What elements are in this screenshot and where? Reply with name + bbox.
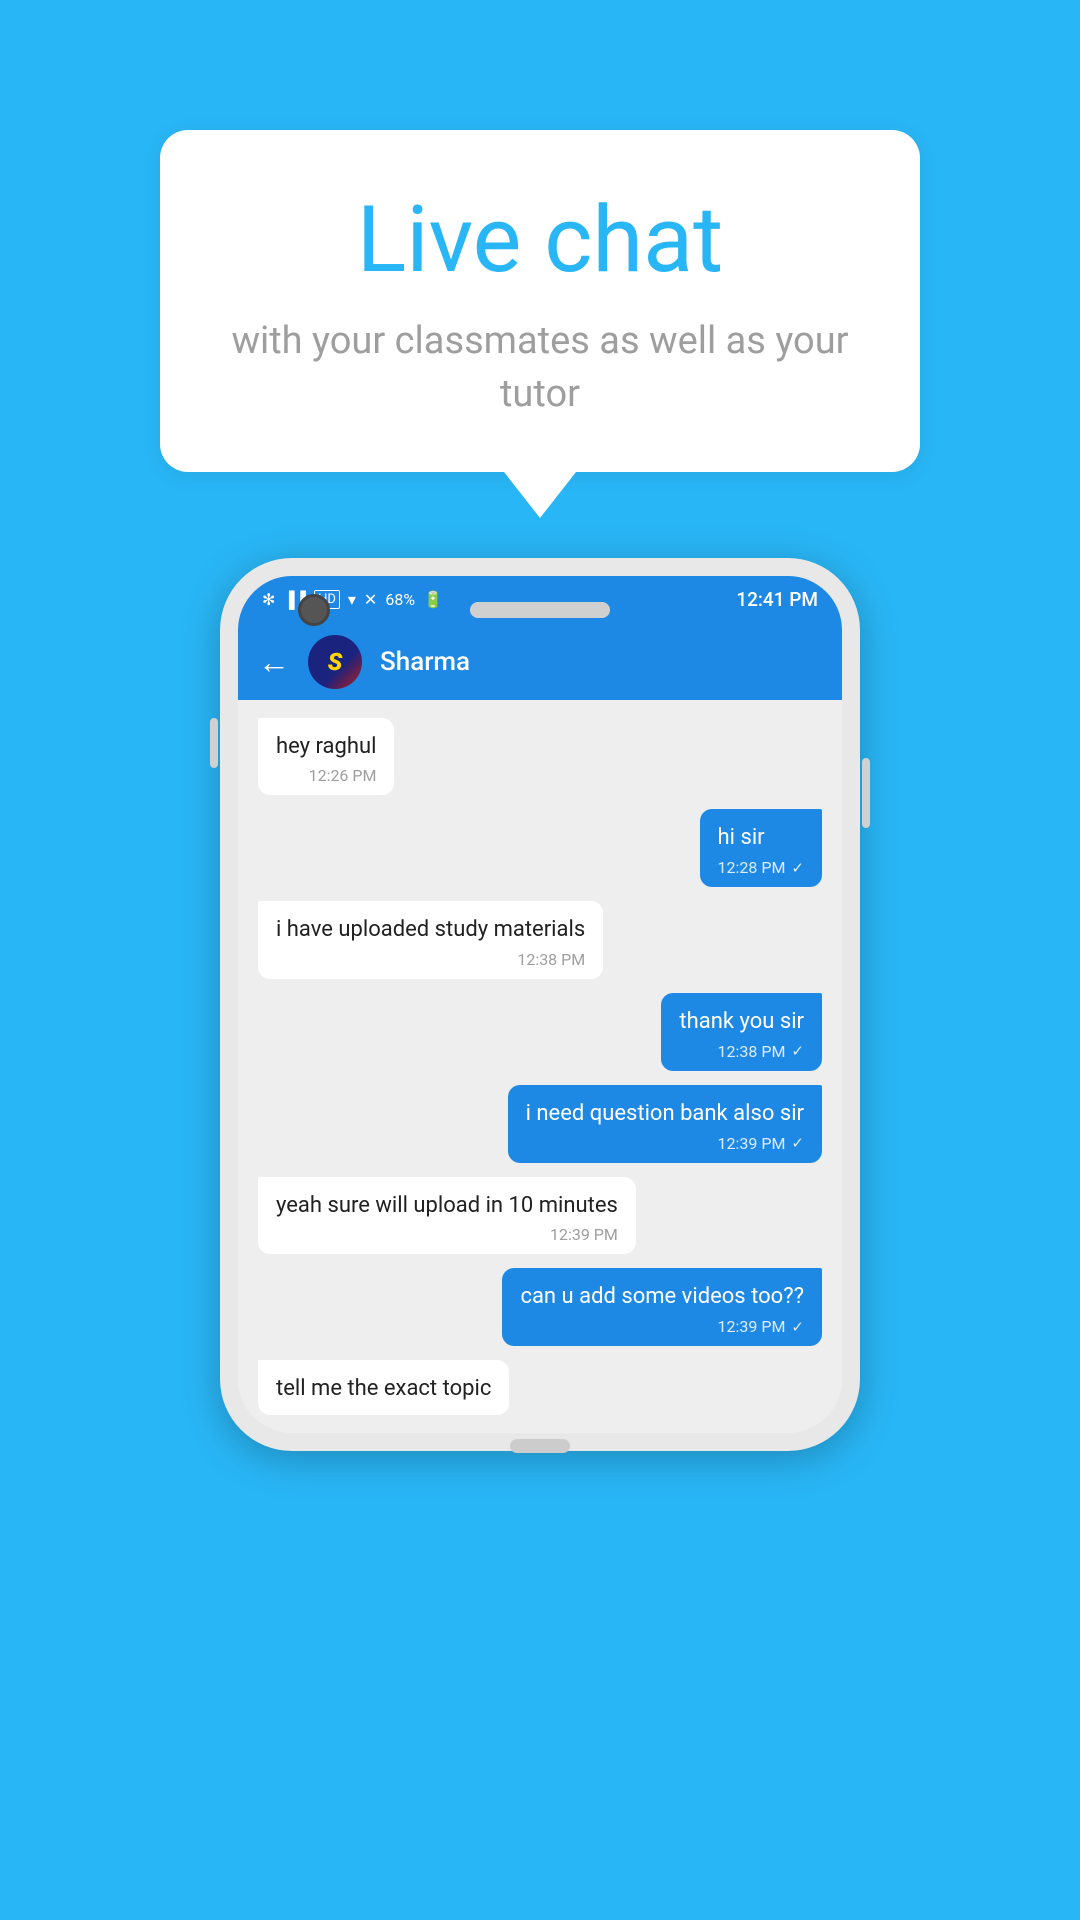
message-meta: 12:38 PM ✓ <box>679 1042 804 1061</box>
chat-header: ← S Sharma <box>238 624 842 700</box>
message-bubble: tell me the exact topic <box>258 1360 509 1415</box>
checkmark-icon: ✓ <box>791 1134 804 1152</box>
avatar-icon: S <box>328 648 343 676</box>
phone-home-button[interactable] <box>510 1439 570 1453</box>
status-time: 12:41 PM <box>736 588 818 611</box>
checkmark-icon: ✓ <box>791 859 804 877</box>
phone-power-button <box>862 758 870 828</box>
phone-camera <box>298 594 330 626</box>
promo-subtitle: with your classmates as well as your tut… <box>230 315 850 421</box>
back-arrow-icon[interactable]: ← <box>258 646 290 678</box>
avatar: S <box>308 635 362 689</box>
phone-outer: ✻ ▐▐ HD ▾ ✕ 68% 🔋 12:41 PM ← S Sharm <box>220 558 860 1451</box>
message-bubble: hi sir 12:28 PM ✓ <box>700 809 822 887</box>
message-meta: 12:39 PM <box>276 1225 618 1244</box>
promo-card: Live chat with your classmates as well a… <box>160 130 920 518</box>
chat-messages: hey raghul 12:26 PM hi sir 12:28 PM ✓ i … <box>238 700 842 1433</box>
message-bubble: yeah sure will upload in 10 minutes 12:3… <box>258 1177 636 1255</box>
checkmark-icon: ✓ <box>791 1042 804 1060</box>
battery-percent: 68% <box>385 590 415 609</box>
contact-name: Sharma <box>380 647 470 677</box>
message-text: thank you sir <box>679 1007 804 1038</box>
message-text: i need question bank also sir <box>526 1099 804 1130</box>
status-bar-left: ✻ ▐▐ HD ▾ ✕ 68% 🔋 <box>262 590 443 610</box>
message-meta: 12:28 PM ✓ <box>718 858 804 877</box>
message-meta: 12:39 PM ✓ <box>520 1317 804 1336</box>
battery-icon: 🔋 <box>423 590 443 609</box>
bluetooth-icon: ✻ <box>262 590 275 609</box>
message-time: 12:39 PM <box>550 1225 618 1244</box>
message-meta: 12:38 PM <box>276 950 585 969</box>
message-meta: 12:26 PM <box>276 766 376 785</box>
phone-speaker <box>470 602 610 618</box>
message-text: hi sir <box>718 823 804 854</box>
status-bar-right: 12:41 PM <box>736 588 818 611</box>
phone-mockup: ✻ ▐▐ HD ▾ ✕ 68% 🔋 12:41 PM ← S Sharm <box>220 558 860 1451</box>
bubble-pointer <box>504 472 576 518</box>
message-time: 12:26 PM <box>309 766 377 785</box>
speech-bubble: Live chat with your classmates as well a… <box>160 130 920 472</box>
checkmark-icon: ✓ <box>791 1318 804 1336</box>
message-bubble: can u add some videos too?? 12:39 PM ✓ <box>502 1268 822 1346</box>
message-text: can u add some videos too?? <box>520 1282 804 1313</box>
message-text: yeah sure will upload in 10 minutes <box>276 1191 618 1222</box>
message-time: 12:38 PM <box>517 950 585 969</box>
message-time: 12:39 PM <box>718 1317 786 1336</box>
message-time: 12:39 PM <box>718 1134 786 1153</box>
message-time: 12:38 PM <box>718 1042 786 1061</box>
message-bubble: thank you sir 12:38 PM ✓ <box>661 993 822 1071</box>
wifi-icon: ▾ <box>348 590 356 609</box>
phone-volume-button <box>210 718 218 768</box>
phone-screen: ✻ ▐▐ HD ▾ ✕ 68% 🔋 12:41 PM ← S Sharm <box>238 576 842 1433</box>
message-bubble: i have uploaded study materials 12:38 PM <box>258 901 603 979</box>
message-bubble: hey raghul 12:26 PM <box>258 718 394 796</box>
message-text: tell me the exact topic <box>276 1374 491 1405</box>
message-meta: 12:39 PM ✓ <box>526 1134 804 1153</box>
message-bubble: i need question bank also sir 12:39 PM ✓ <box>508 1085 822 1163</box>
message-text: i have uploaded study materials <box>276 915 585 946</box>
message-text: hey raghul <box>276 732 376 763</box>
network-icon: ✕ <box>364 590 377 609</box>
promo-title: Live chat <box>230 190 850 291</box>
message-time: 12:28 PM <box>718 858 786 877</box>
